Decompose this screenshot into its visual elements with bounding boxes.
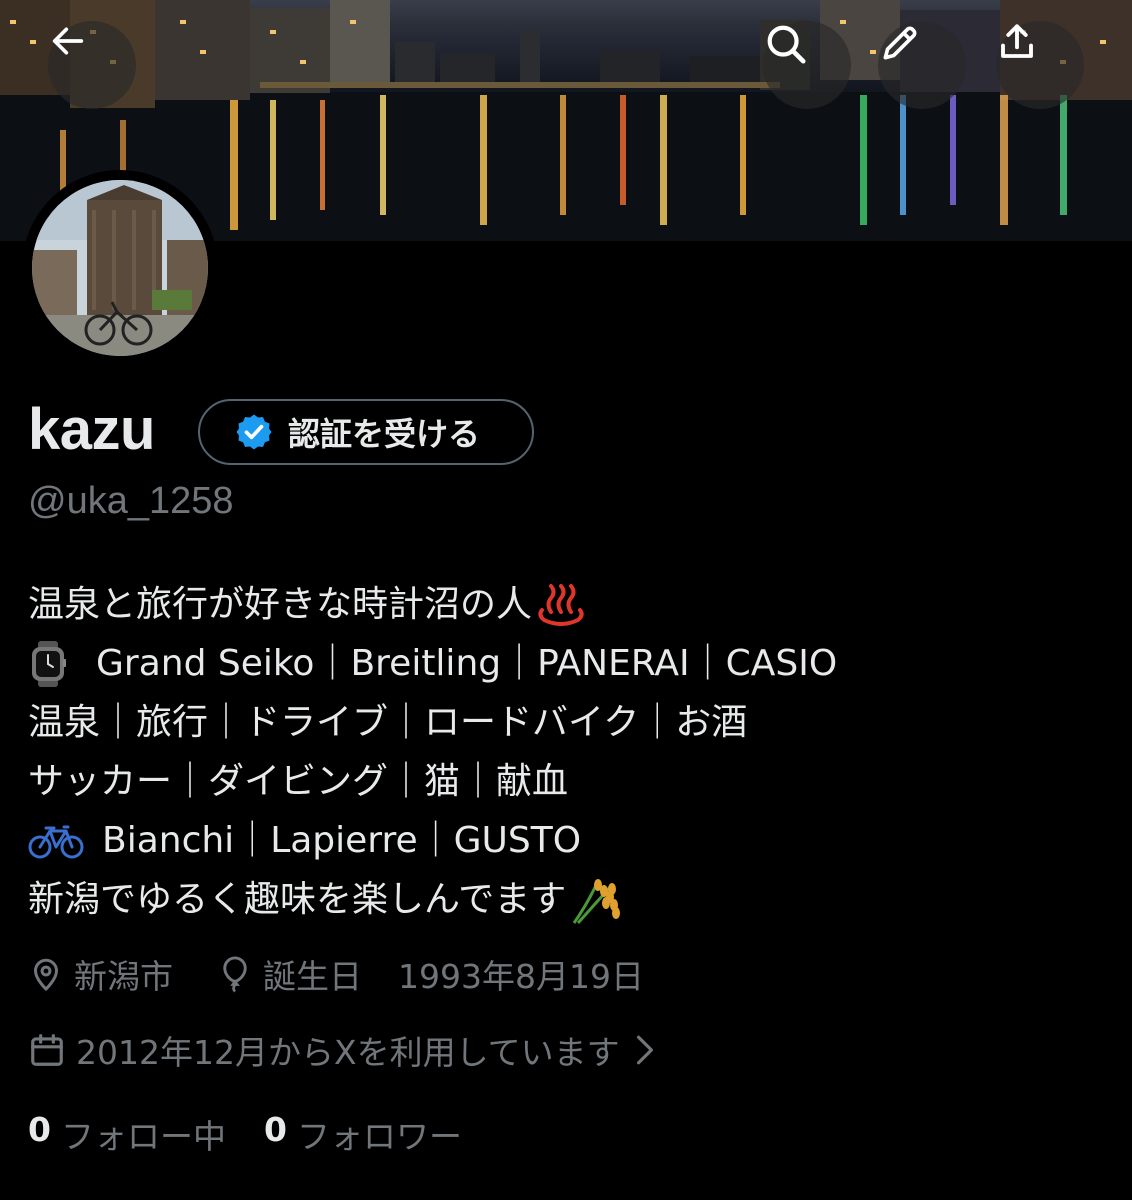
- bio-text: サッカー｜ダイビング｜猫｜献血: [28, 761, 569, 802]
- get-verified-label: 認証を受ける: [288, 415, 481, 453]
- bio-text: 温泉｜旅行｜ドライブ｜ロードバイク｜お酒: [28, 702, 748, 743]
- calendar-icon: [28, 1031, 66, 1069]
- bio-text: 温泉と旅行が好きな時計沼の人: [28, 584, 533, 625]
- joined-text: 2012年12月からXを利用しています: [76, 1033, 620, 1072]
- bio-line: Bianchi｜Lapierre｜GUSTO: [28, 811, 1108, 870]
- profile-meta-row: 新潟市 誕生日 1993年8月19日: [28, 950, 644, 998]
- bio: 温泉と旅行が好きな時計沼の人 Grand Seiko｜Breitling｜PAN…: [28, 575, 1108, 929]
- bio-text: Bianchi｜Lapierre｜GUSTO: [102, 820, 582, 861]
- avatar[interactable]: [22, 170, 218, 366]
- bicycle-emoji-icon: [28, 823, 84, 859]
- back-button[interactable]: [48, 21, 136, 109]
- display-name: kazu: [28, 397, 155, 462]
- followers-label: フォロワー: [296, 1117, 462, 1156]
- bio-line: サッカー｜ダイビング｜猫｜献血: [28, 752, 1108, 811]
- compose-button[interactable]: [878, 21, 966, 109]
- followers-count: 0: [263, 1110, 287, 1149]
- bio-line: 温泉｜旅行｜ドライブ｜ロードバイク｜お酒: [28, 693, 1108, 752]
- follow-stats: 0 フォロー中 0 フォロワー: [28, 1110, 462, 1158]
- hot-springs-emoji-icon: [536, 583, 586, 626]
- location-pin-icon: [28, 956, 64, 992]
- chevron-right-icon: [634, 1034, 656, 1066]
- bio-line: Grand Seiko｜Breitling｜PANERAI｜CASIO: [28, 634, 1108, 693]
- get-verified-button[interactable]: 認証を受ける: [198, 399, 534, 465]
- joined-row[interactable]: 2012年12月からXを利用しています: [28, 1026, 666, 1074]
- share-icon: [1001, 24, 1033, 58]
- following-count: 0: [28, 1110, 51, 1149]
- verified-badge-icon: [236, 414, 272, 450]
- bio-text: 新潟でゆるく趣味を楽しんでます: [28, 879, 567, 920]
- following-link[interactable]: 0 フォロー中: [28, 1110, 226, 1158]
- bio-line: 温泉と旅行が好きな時計沼の人: [28, 575, 1108, 634]
- pencil-icon: [883, 26, 917, 60]
- followers-link[interactable]: 0 フォロワー: [264, 1110, 462, 1158]
- watch-emoji-icon: [28, 640, 68, 687]
- location-text: 新潟市: [74, 957, 173, 996]
- share-button[interactable]: [996, 21, 1084, 109]
- bio-line: 新潟でゆるく趣味を楽しんでます: [28, 870, 1108, 929]
- user-handle: @uka_1258: [28, 480, 234, 522]
- following-label: フォロー中: [60, 1117, 226, 1156]
- avatar-image: [32, 180, 208, 356]
- birthday-text: 1993年8月19日: [398, 957, 644, 996]
- balloon-icon: [217, 955, 253, 993]
- back-arrow-icon: [52, 27, 84, 55]
- birthday-label: 誕生日: [263, 957, 362, 996]
- search-button[interactable]: [763, 21, 851, 109]
- bio-text: Grand Seiko｜Breitling｜PANERAI｜CASIO: [96, 643, 838, 684]
- rice-ear-emoji-icon: [568, 875, 628, 925]
- search-icon: [767, 25, 806, 64]
